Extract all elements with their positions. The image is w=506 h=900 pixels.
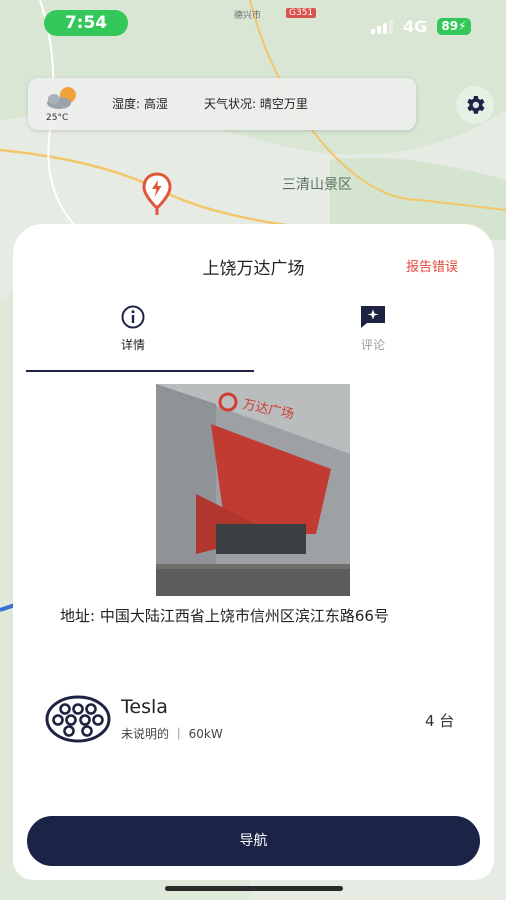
charging-pin-icon[interactable] [141,172,173,218]
gear-icon [467,96,485,114]
home-indicator[interactable] [165,886,343,891]
tab-details-label: 详情 [120,338,145,352]
station-photo: 万达广场 [156,384,350,596]
weather-card: 25°C 湿度: 高湿 天气状况: 晴空万里 [28,78,416,130]
station-address: 地址: 中国大陆江西省上饶市信州区滨江东路66号 [60,607,389,625]
battery-level: 89 [441,19,459,33]
charger-row[interactable]: Tesla 未说明的 ｜ 60kW 4 台 [45,694,475,750]
network-type: 4G [403,17,428,36]
navigate-button[interactable]: 导航 [27,816,480,866]
tab-comments[interactable]: 评论 [253,304,493,364]
settings-button[interactable] [456,86,494,124]
info-icon [121,305,145,329]
weather-humidity: 湿度: 高湿 [112,97,168,111]
ev-connector-icon [45,695,111,743]
report-error-link[interactable]: 报告错误 [406,256,458,275]
charger-details: 未说明的 ｜ 60kW [121,727,223,741]
status-time: 7:54 [44,10,128,36]
weather-temperature: 25°C [46,113,69,123]
weather-condition: 天气状况: 晴空万里 [204,97,308,111]
partly-cloudy-icon [47,87,76,109]
station-detail-sheet: 上饶万达广场 报告错误 详情 评论 万达广场 地址: 中国大陆江西省上饶市信州区… [13,224,494,880]
comment-icon [361,306,385,328]
signal-icon [371,20,393,34]
charger-brand: Tesla [121,696,168,718]
active-tab-indicator [26,370,254,372]
tab-comments-label: 评论 [360,338,385,352]
status-bar: 7:54 4G 89⚡ [0,0,506,48]
battery-indicator: 89⚡ [437,18,471,35]
charger-count: 4 台 [425,712,455,730]
tab-details[interactable]: 详情 [13,304,253,364]
map-place-label: 三清山景区 [282,177,352,193]
